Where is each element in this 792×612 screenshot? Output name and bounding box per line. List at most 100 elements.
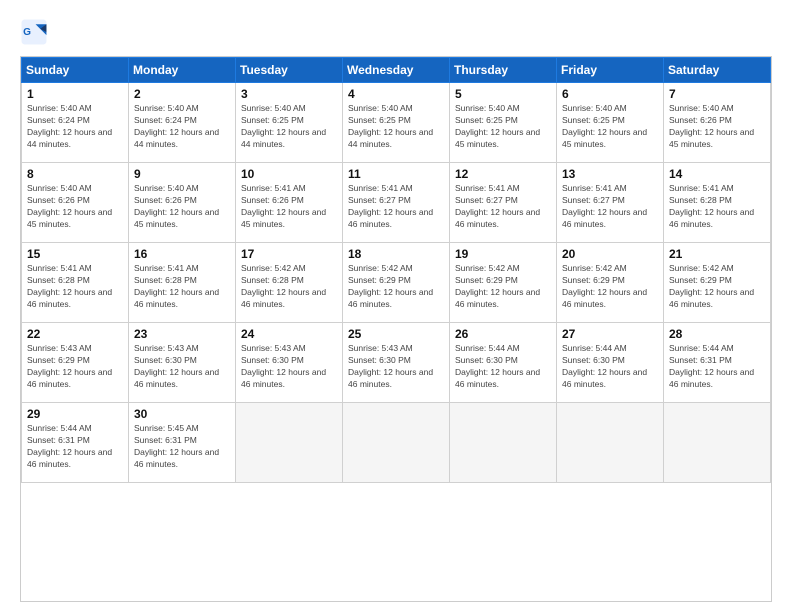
calendar-cell: 1 Sunrise: 5:40 AMSunset: 6:24 PMDayligh… [22,83,129,163]
day-info: Sunrise: 5:42 AMSunset: 6:29 PMDaylight:… [348,263,433,309]
day-number: 26 [455,327,551,341]
day-info: Sunrise: 5:42 AMSunset: 6:28 PMDaylight:… [241,263,326,309]
calendar-cell: 21 Sunrise: 5:42 AMSunset: 6:29 PMDaylig… [664,243,771,323]
calendar-cell [343,403,450,483]
calendar-cell: 19 Sunrise: 5:42 AMSunset: 6:29 PMDaylig… [450,243,557,323]
weekday-header-monday: Monday [129,58,236,83]
weekday-header-thursday: Thursday [450,58,557,83]
calendar-week-4: 22 Sunrise: 5:43 AMSunset: 6:29 PMDaylig… [22,323,771,403]
weekday-header-saturday: Saturday [664,58,771,83]
day-number: 3 [241,87,337,101]
calendar-cell: 2 Sunrise: 5:40 AMSunset: 6:24 PMDayligh… [129,83,236,163]
day-info: Sunrise: 5:43 AMSunset: 6:30 PMDaylight:… [241,343,326,389]
day-info: Sunrise: 5:42 AMSunset: 6:29 PMDaylight:… [455,263,540,309]
day-number: 14 [669,167,765,181]
day-info: Sunrise: 5:40 AMSunset: 6:26 PMDaylight:… [134,183,219,229]
day-number: 13 [562,167,658,181]
calendar-cell: 11 Sunrise: 5:41 AMSunset: 6:27 PMDaylig… [343,163,450,243]
calendar-cell: 22 Sunrise: 5:43 AMSunset: 6:29 PMDaylig… [22,323,129,403]
calendar-cell [664,403,771,483]
day-info: Sunrise: 5:40 AMSunset: 6:25 PMDaylight:… [562,103,647,149]
calendar-cell: 30 Sunrise: 5:45 AMSunset: 6:31 PMDaylig… [129,403,236,483]
day-number: 24 [241,327,337,341]
day-info: Sunrise: 5:40 AMSunset: 6:25 PMDaylight:… [348,103,433,149]
calendar-cell: 13 Sunrise: 5:41 AMSunset: 6:27 PMDaylig… [557,163,664,243]
day-number: 27 [562,327,658,341]
day-number: 4 [348,87,444,101]
day-info: Sunrise: 5:44 AMSunset: 6:31 PMDaylight:… [27,423,112,469]
day-number: 1 [27,87,123,101]
calendar-week-2: 8 Sunrise: 5:40 AMSunset: 6:26 PMDayligh… [22,163,771,243]
day-info: Sunrise: 5:41 AMSunset: 6:27 PMDaylight:… [455,183,540,229]
day-info: Sunrise: 5:44 AMSunset: 6:31 PMDaylight:… [669,343,754,389]
day-number: 19 [455,247,551,261]
day-number: 11 [348,167,444,181]
calendar-cell [450,403,557,483]
svg-text:G: G [23,27,31,38]
calendar-cell: 16 Sunrise: 5:41 AMSunset: 6:28 PMDaylig… [129,243,236,323]
day-number: 16 [134,247,230,261]
calendar-cell: 23 Sunrise: 5:43 AMSunset: 6:30 PMDaylig… [129,323,236,403]
calendar-cell: 24 Sunrise: 5:43 AMSunset: 6:30 PMDaylig… [236,323,343,403]
day-info: Sunrise: 5:44 AMSunset: 6:30 PMDaylight:… [455,343,540,389]
day-number: 5 [455,87,551,101]
weekday-header-tuesday: Tuesday [236,58,343,83]
calendar-cell: 7 Sunrise: 5:40 AMSunset: 6:26 PMDayligh… [664,83,771,163]
day-info: Sunrise: 5:40 AMSunset: 6:24 PMDaylight:… [27,103,112,149]
day-info: Sunrise: 5:42 AMSunset: 6:29 PMDaylight:… [562,263,647,309]
calendar-cell: 3 Sunrise: 5:40 AMSunset: 6:25 PMDayligh… [236,83,343,163]
calendar-cell: 17 Sunrise: 5:42 AMSunset: 6:28 PMDaylig… [236,243,343,323]
day-info: Sunrise: 5:43 AMSunset: 6:30 PMDaylight:… [134,343,219,389]
day-info: Sunrise: 5:41 AMSunset: 6:27 PMDaylight:… [562,183,647,229]
calendar-cell: 15 Sunrise: 5:41 AMSunset: 6:28 PMDaylig… [22,243,129,323]
calendar-week-3: 15 Sunrise: 5:41 AMSunset: 6:28 PMDaylig… [22,243,771,323]
day-number: 30 [134,407,230,421]
calendar-header: SundayMondayTuesdayWednesdayThursdayFrid… [22,58,771,83]
day-number: 10 [241,167,337,181]
calendar-cell: 25 Sunrise: 5:43 AMSunset: 6:30 PMDaylig… [343,323,450,403]
day-info: Sunrise: 5:40 AMSunset: 6:25 PMDaylight:… [241,103,326,149]
day-number: 6 [562,87,658,101]
calendar-cell: 12 Sunrise: 5:41 AMSunset: 6:27 PMDaylig… [450,163,557,243]
day-info: Sunrise: 5:40 AMSunset: 6:26 PMDaylight:… [27,183,112,229]
day-number: 25 [348,327,444,341]
day-info: Sunrise: 5:43 AMSunset: 6:29 PMDaylight:… [27,343,112,389]
calendar-cell: 20 Sunrise: 5:42 AMSunset: 6:29 PMDaylig… [557,243,664,323]
day-info: Sunrise: 5:45 AMSunset: 6:31 PMDaylight:… [134,423,219,469]
calendar-cell: 26 Sunrise: 5:44 AMSunset: 6:30 PMDaylig… [450,323,557,403]
day-info: Sunrise: 5:40 AMSunset: 6:25 PMDaylight:… [455,103,540,149]
day-info: Sunrise: 5:40 AMSunset: 6:24 PMDaylight:… [134,103,219,149]
day-number: 7 [669,87,765,101]
day-info: Sunrise: 5:41 AMSunset: 6:28 PMDaylight:… [669,183,754,229]
day-info: Sunrise: 5:42 AMSunset: 6:29 PMDaylight:… [669,263,754,309]
day-number: 29 [27,407,123,421]
calendar-cell: 27 Sunrise: 5:44 AMSunset: 6:30 PMDaylig… [557,323,664,403]
calendar-cell: 10 Sunrise: 5:41 AMSunset: 6:26 PMDaylig… [236,163,343,243]
day-number: 28 [669,327,765,341]
calendar-cell: 8 Sunrise: 5:40 AMSunset: 6:26 PMDayligh… [22,163,129,243]
calendar-cell: 18 Sunrise: 5:42 AMSunset: 6:29 PMDaylig… [343,243,450,323]
calendar-cell [236,403,343,483]
calendar-cell: 5 Sunrise: 5:40 AMSunset: 6:25 PMDayligh… [450,83,557,163]
day-info: Sunrise: 5:40 AMSunset: 6:26 PMDaylight:… [669,103,754,149]
day-number: 23 [134,327,230,341]
day-number: 9 [134,167,230,181]
weekday-header-wednesday: Wednesday [343,58,450,83]
header: G [20,18,772,46]
day-info: Sunrise: 5:43 AMSunset: 6:30 PMDaylight:… [348,343,433,389]
calendar-body: 1 Sunrise: 5:40 AMSunset: 6:24 PMDayligh… [22,83,771,483]
calendar-cell: 9 Sunrise: 5:40 AMSunset: 6:26 PMDayligh… [129,163,236,243]
calendar-cell: 14 Sunrise: 5:41 AMSunset: 6:28 PMDaylig… [664,163,771,243]
weekday-header-friday: Friday [557,58,664,83]
day-number: 8 [27,167,123,181]
logo-icon: G [20,18,48,46]
day-number: 22 [27,327,123,341]
page: G SundayMondayTuesdayWednesdayThursdayFr… [0,0,792,612]
calendar-cell: 6 Sunrise: 5:40 AMSunset: 6:25 PMDayligh… [557,83,664,163]
day-info: Sunrise: 5:44 AMSunset: 6:30 PMDaylight:… [562,343,647,389]
day-info: Sunrise: 5:41 AMSunset: 6:27 PMDaylight:… [348,183,433,229]
day-number: 18 [348,247,444,261]
calendar-week-5: 29 Sunrise: 5:44 AMSunset: 6:31 PMDaylig… [22,403,771,483]
day-info: Sunrise: 5:41 AMSunset: 6:28 PMDaylight:… [134,263,219,309]
weekday-row: SundayMondayTuesdayWednesdayThursdayFrid… [22,58,771,83]
